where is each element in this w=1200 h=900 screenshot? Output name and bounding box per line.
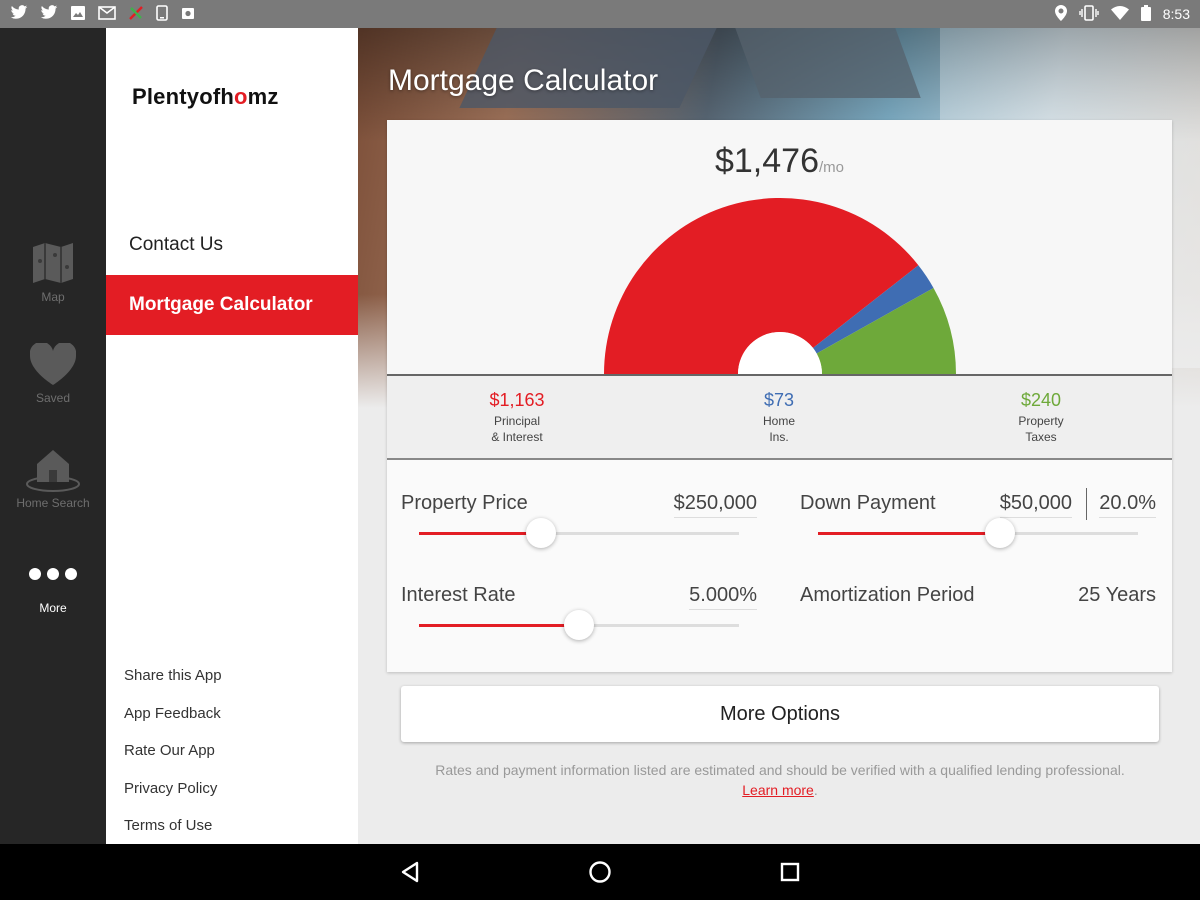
system-icons: 8:53 xyxy=(1054,4,1190,24)
mail-icon xyxy=(98,5,116,23)
down-payment-percent-input[interactable]: 20.0% xyxy=(1099,492,1156,518)
app-feedback-link[interactable]: App Feedback xyxy=(124,702,222,740)
image-icon xyxy=(70,5,86,24)
share-app-link[interactable]: Share this App xyxy=(124,664,222,702)
system-nav-bar xyxy=(0,844,1200,900)
twitter-icon xyxy=(10,5,28,23)
more-options-button[interactable]: More Options xyxy=(401,686,1159,742)
property-price-input[interactable]: $250,000 xyxy=(673,492,757,518)
main-content: Mortgage Calculator $1,476/mo $1,163 Pri… xyxy=(358,28,1200,844)
calculator-card: $1,476/mo $1,163 Principal & Interest $7… xyxy=(387,120,1172,672)
home-icon[interactable] xyxy=(580,852,620,892)
amortization-select[interactable]: 25 Years xyxy=(1078,584,1156,609)
rail-item-more[interactable]: More xyxy=(0,551,106,615)
monthly-unit: /mo xyxy=(818,159,844,176)
interest-rate-slider[interactable] xyxy=(419,610,739,640)
page-title: Mortgage Calculator xyxy=(388,64,659,97)
house-icon xyxy=(0,446,106,492)
rail-item-label: Map xyxy=(41,290,65,304)
legend-property-taxes: $240 Property Taxes xyxy=(1018,390,1064,444)
nav-drawer: Plentyofhomz Contact Us Mortgage Calcula… xyxy=(106,28,358,844)
legend-home-insurance: $73 Home Ins. xyxy=(762,390,795,444)
payment-breakdown-legend: $1,163 Principal & Interest $73 Home Ins… xyxy=(387,376,1172,458)
legend-principal-interest: $1,163 Principal & Interest xyxy=(489,390,545,444)
monthly-payment-amount: $1,476 xyxy=(714,142,819,180)
heart-icon xyxy=(0,341,106,387)
back-icon[interactable] xyxy=(390,852,430,892)
slider-thumb[interactable] xyxy=(525,518,556,548)
payment-chart: $1,476/mo xyxy=(387,120,1172,376)
slider-thumb[interactable] xyxy=(985,518,1016,548)
payment-breakdown-donut xyxy=(604,198,956,376)
rail-item-label: Home Search xyxy=(16,496,90,510)
recents-icon[interactable] xyxy=(770,852,810,892)
twitter-icon xyxy=(40,5,58,23)
clock: 8:53 xyxy=(1162,6,1190,22)
phone-icon xyxy=(156,4,168,24)
wifi-icon xyxy=(1110,5,1129,23)
location-icon xyxy=(1054,4,1067,24)
disclaimer: Rates and payment information listed are… xyxy=(435,762,1125,798)
down-payment-slider[interactable] xyxy=(818,518,1138,548)
more-dots-icon xyxy=(0,551,106,597)
learn-more-link[interactable]: Learn more xyxy=(742,782,814,798)
rail-item-map[interactable]: Map xyxy=(0,240,106,304)
vibrate-icon xyxy=(1079,4,1099,24)
rail-item-label: More xyxy=(39,601,67,615)
slider-thumb[interactable] xyxy=(564,610,594,640)
photos-icon xyxy=(180,5,196,24)
rail-item-home-search[interactable]: Home Search xyxy=(0,446,106,510)
map-icon xyxy=(0,240,106,286)
nav-rail: Map Saved Home Search More xyxy=(0,28,106,844)
interest-rate-input[interactable]: 5.000% xyxy=(689,584,757,610)
rail-item-label: Saved xyxy=(35,391,71,405)
drawer-item-contact-us[interactable]: Contact Us xyxy=(106,215,358,275)
status-bar: 8:53 xyxy=(0,0,1200,28)
rail-item-saved[interactable]: Saved xyxy=(0,341,106,405)
rate-app-link[interactable]: Rate Our App xyxy=(124,739,222,777)
drawer-footer-links: Share this App App Feedback Rate Our App… xyxy=(124,664,222,852)
privacy-policy-link[interactable]: Privacy Policy xyxy=(124,777,222,815)
app-logo: Plentyofhomz xyxy=(132,84,279,109)
property-price-slider[interactable] xyxy=(419,518,739,548)
down-payment-input[interactable]: $50,000 xyxy=(999,492,1072,518)
monthly-payment: $1,476/mo xyxy=(387,142,1172,181)
battery-icon xyxy=(1140,4,1151,24)
notification-icons xyxy=(10,4,196,24)
app-icon xyxy=(128,5,144,24)
drawer-item-mortgage-calculator[interactable]: Mortgage Calculator xyxy=(106,275,358,335)
